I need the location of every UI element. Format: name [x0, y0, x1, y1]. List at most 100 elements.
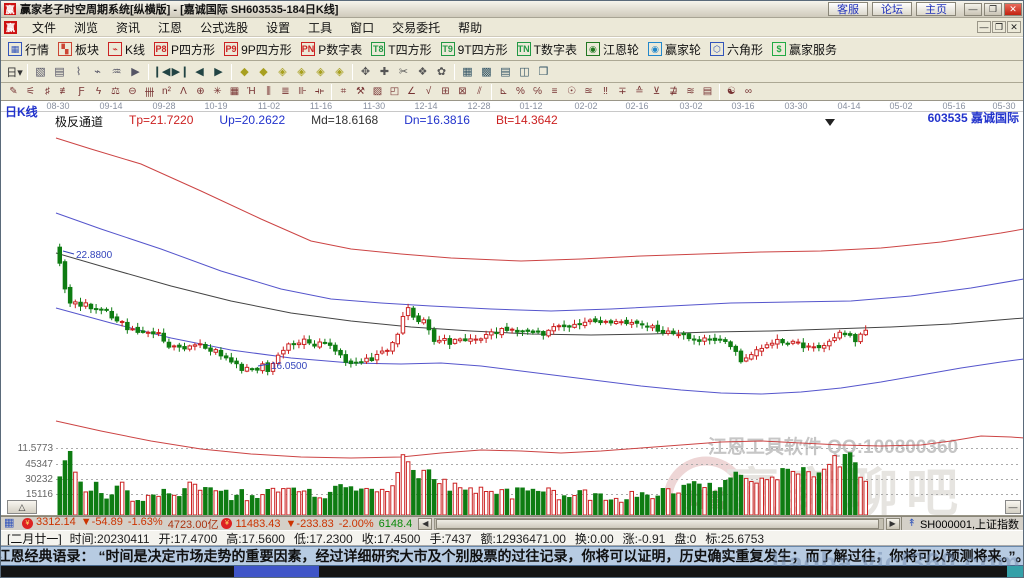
mdi-maximize-button[interactable]: ❐: [992, 21, 1006, 33]
percent-tools-7[interactable]: ∓: [614, 84, 631, 99]
cycle-diamonds-icon-4[interactable]: ◈: [311, 63, 330, 81]
data-tools-icon-2[interactable]: ▤: [496, 63, 515, 81]
market-grid-icon[interactable]: ▦: [4, 518, 16, 529]
toolbar-item-9P四方形[interactable]: P9 9P四方形: [221, 40, 298, 59]
menu-item-7[interactable]: 窗口: [341, 18, 383, 37]
toolbar-item-江恩轮[interactable]: ◉ 江恩轮: [583, 40, 645, 59]
bar-navigation-icon-3[interactable]: ▶: [209, 63, 228, 81]
data-tools-icon-3[interactable]: ◫: [515, 63, 534, 81]
toolbar-item-行情[interactable]: ▦ 行情: [5, 40, 55, 59]
angle-tools-4[interactable]: ∠: [403, 84, 420, 99]
percent-tools-5[interactable]: ≊: [580, 84, 597, 99]
titlebar-button-2[interactable]: 主页: [916, 2, 956, 16]
menu-item-3[interactable]: 江恩: [149, 18, 191, 37]
toolbar-item-板块[interactable]: ▚ 板块: [55, 40, 105, 59]
menu-item-9[interactable]: 帮助: [449, 18, 491, 37]
menu-item-8[interactable]: 交易委托: [383, 18, 449, 37]
linked-index-selector[interactable]: ↟ SH000001,上证指数: [900, 516, 1023, 531]
percent-tools-10[interactable]: ⋣: [665, 84, 682, 99]
pointer-tools-icon-1[interactable]: ✚: [375, 63, 394, 81]
pointer-tools-icon-4[interactable]: ✿: [432, 63, 451, 81]
taiji-tools-1[interactable]: ∞: [740, 84, 757, 99]
angle-tools-8[interactable]: ⫽: [471, 84, 488, 99]
scroll-right-button[interactable]: ▶: [885, 517, 900, 530]
gann-line-tools-12[interactable]: ✳: [209, 84, 226, 99]
percent-tools-1[interactable]: %: [512, 84, 529, 99]
expand-panel-button[interactable]: △: [7, 500, 37, 514]
percent-tools-9[interactable]: ⊻: [648, 84, 665, 99]
toolbar-item-赢家轮[interactable]: ◉ 赢家轮: [645, 40, 707, 59]
toolbar-item-K线[interactable]: ⌁ K线: [105, 40, 151, 59]
menu-item-5[interactable]: 设置: [257, 18, 299, 37]
gann-line-tools-9[interactable]: n²: [158, 84, 175, 99]
period-selector-icon-0[interactable]: 日▾: [5, 63, 24, 81]
toolbar-item-六角形[interactable]: ⬡ 六角形: [707, 40, 769, 59]
angle-tools-7[interactable]: ⊠: [454, 84, 471, 99]
gann-line-tools-16[interactable]: ≣: [277, 84, 294, 99]
angle-tools-1[interactable]: ⚒: [352, 84, 369, 99]
cycle-diamonds-icon-2[interactable]: ◈: [273, 63, 292, 81]
menu-item-0[interactable]: 文件: [23, 18, 65, 37]
gann-line-tools-11[interactable]: ⊕: [192, 84, 209, 99]
percent-tools-2[interactable]: ℅: [529, 84, 546, 99]
gann-line-tools-13[interactable]: ▦: [226, 84, 243, 99]
cycle-diamonds-icon-3[interactable]: ◈: [292, 63, 311, 81]
gann-line-tools-1[interactable]: ⚟: [22, 84, 39, 99]
bar-navigation-icon-2[interactable]: ◀: [190, 63, 209, 81]
percent-tools-4[interactable]: ☉: [563, 84, 580, 99]
percent-tools-0[interactable]: ⊾: [495, 84, 512, 99]
menu-item-4[interactable]: 公式选股: [191, 18, 257, 37]
gann-line-tools-17[interactable]: ⊪: [294, 84, 311, 99]
toolbar-item-P数字表[interactable]: PN P数字表: [298, 40, 369, 59]
toolbar-item-T数字表[interactable]: TN T数字表: [514, 40, 583, 59]
gann-line-tools-2[interactable]: ♯: [39, 84, 56, 99]
titlebar-button-1[interactable]: 论坛: [872, 2, 912, 16]
gann-line-tools-14[interactable]: Ή: [243, 84, 260, 99]
gann-line-tools-18[interactable]: ⟛: [311, 84, 328, 99]
titlebar-button-0[interactable]: 客服: [828, 2, 868, 16]
gann-line-tools-15[interactable]: ⫼: [260, 84, 277, 99]
toolbar-item-9T四方形[interactable]: T9 9T四方形: [438, 40, 514, 59]
view-tools-icon-2[interactable]: ⌇: [69, 63, 88, 81]
bar-navigation-icon-0[interactable]: ❙◀: [152, 63, 171, 81]
minimize-button[interactable]: —: [964, 2, 982, 16]
scrollbar-thumb[interactable]: [436, 518, 880, 529]
kline-chart-panel[interactable]: 江恩工具软件 QQ:100800360财富赢家聊吧11.577345347302…: [1, 101, 1023, 516]
toolbar-item-T四方形[interactable]: T8 T四方形: [368, 40, 437, 59]
sz-index-quote[interactable]: 11483.43 ▼-233.83 -2.00% 6148.4: [235, 518, 412, 530]
bar-navigation-icon-1[interactable]: ▶❙: [171, 63, 190, 81]
gann-line-tools-4[interactable]: Ƒ: [73, 84, 90, 99]
menu-item-1[interactable]: 浏览: [65, 18, 107, 37]
angle-tools-5[interactable]: √: [420, 84, 437, 99]
view-tools-icon-5[interactable]: ▶: [126, 63, 145, 81]
angle-tools-0[interactable]: ⌗: [335, 84, 352, 99]
gann-line-tools-10[interactable]: Λ: [175, 84, 192, 99]
view-tools-icon-0[interactable]: ▧: [31, 63, 50, 81]
pointer-tools-icon-2[interactable]: ✂: [394, 63, 413, 81]
percent-tools-8[interactable]: ≙: [631, 84, 648, 99]
collapse-panel-button[interactable]: —: [1005, 500, 1021, 514]
pointer-tools-icon-3[interactable]: ❖: [413, 63, 432, 81]
angle-tools-2[interactable]: ▨: [369, 84, 386, 99]
angle-tools-6[interactable]: ⊞: [437, 84, 454, 99]
close-button[interactable]: ✕: [1004, 2, 1022, 16]
mdi-minimize-button[interactable]: —: [977, 21, 991, 33]
gann-line-tools-7[interactable]: ⊖: [124, 84, 141, 99]
cycle-diamonds-icon-1[interactable]: ◆: [254, 63, 273, 81]
gann-line-tools-5[interactable]: ϟ: [90, 84, 107, 99]
mdi-close-button[interactable]: ✕: [1007, 21, 1021, 33]
toolbar-item-P四方形[interactable]: P8 P四方形: [151, 40, 221, 59]
data-tools-icon-1[interactable]: ▩: [477, 63, 496, 81]
view-tools-icon-4[interactable]: ♒: [107, 63, 126, 81]
taiji-tools-0[interactable]: ☯: [723, 84, 740, 99]
gann-line-tools-3[interactable]: ≢: [56, 84, 73, 99]
menu-item-6[interactable]: 工具: [299, 18, 341, 37]
percent-tools-3[interactable]: ≡: [546, 84, 563, 99]
data-tools-icon-0[interactable]: ▦: [458, 63, 477, 81]
cycle-diamonds-icon-5[interactable]: ◈: [330, 63, 349, 81]
horizontal-scrollbar[interactable]: [434, 517, 884, 530]
percent-tools-11[interactable]: ≋: [682, 84, 699, 99]
percent-tools-6[interactable]: ‼: [597, 84, 614, 99]
gann-line-tools-0[interactable]: ✎: [5, 84, 22, 99]
view-tools-icon-1[interactable]: ▤: [50, 63, 69, 81]
